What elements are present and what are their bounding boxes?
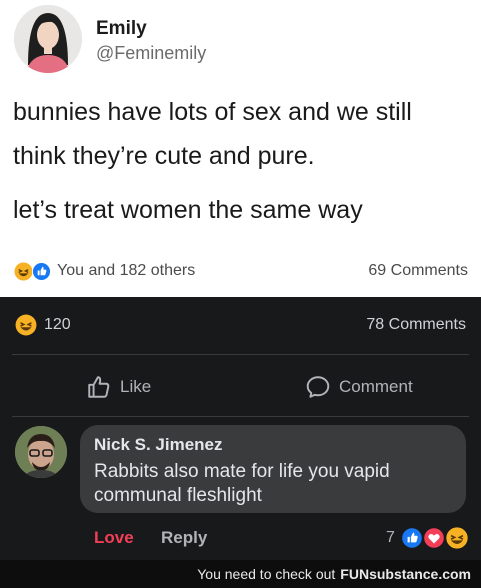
author-name[interactable]: Emily — [96, 18, 147, 40]
tweet-text-line: think they’re cute and pure. — [13, 142, 315, 170]
like-reaction-icon — [401, 527, 423, 549]
divider — [12, 416, 469, 417]
comment-reactions-count[interactable]: 7 — [386, 529, 395, 547]
love-reaction-icon — [423, 527, 445, 549]
watermark-brand: FUNsubstance.com — [340, 566, 471, 582]
haha-reaction-icon — [14, 262, 33, 281]
avatar[interactable] — [15, 426, 67, 478]
reactions-summary[interactable]: You and 182 others — [57, 262, 195, 280]
comments-count[interactable]: 78 Comments — [366, 316, 466, 334]
tweet-card: Emily @Feminemily bunnies have lots of s… — [0, 0, 481, 297]
divider — [12, 354, 469, 355]
like-reaction-icon — [32, 262, 51, 281]
haha-reaction-icon[interactable] — [15, 314, 37, 336]
tweet-text-line: bunnies have lots of sex and we still — [13, 98, 412, 126]
love-reaction-button[interactable]: Love — [94, 528, 134, 548]
comment-button[interactable]: Comment — [305, 372, 413, 402]
watermark-text: You need to check out — [197, 566, 336, 582]
comment-bubble: Nick S. Jimenez Rabbits also mate for li… — [80, 425, 466, 513]
reply-button[interactable]: Reply — [161, 528, 207, 548]
like-button[interactable]: Like — [86, 372, 151, 402]
commenter-name[interactable]: Nick S. Jimenez — [94, 435, 223, 455]
watermark-bar: You need to check out FUNsubstance.com — [0, 560, 481, 588]
facebook-post-footer: 120 78 Comments Like Comment Nick S. Jim… — [0, 297, 481, 588]
comment-label: Comment — [339, 377, 413, 396]
comments-count[interactable]: 69 Comments — [368, 262, 468, 280]
reactions-count[interactable]: 120 — [44, 316, 71, 334]
comment-icon — [306, 376, 330, 398]
like-label: Like — [120, 377, 152, 396]
author-handle[interactable]: @Feminemily — [96, 43, 206, 64]
avatar[interactable] — [14, 5, 82, 73]
thumbs-up-icon — [88, 376, 110, 398]
haha-reaction-icon — [445, 526, 469, 550]
comment-text: Rabbits also mate for life you vapid com… — [94, 461, 390, 506]
tweet-text-line: let’s treat women the same way — [13, 196, 363, 224]
